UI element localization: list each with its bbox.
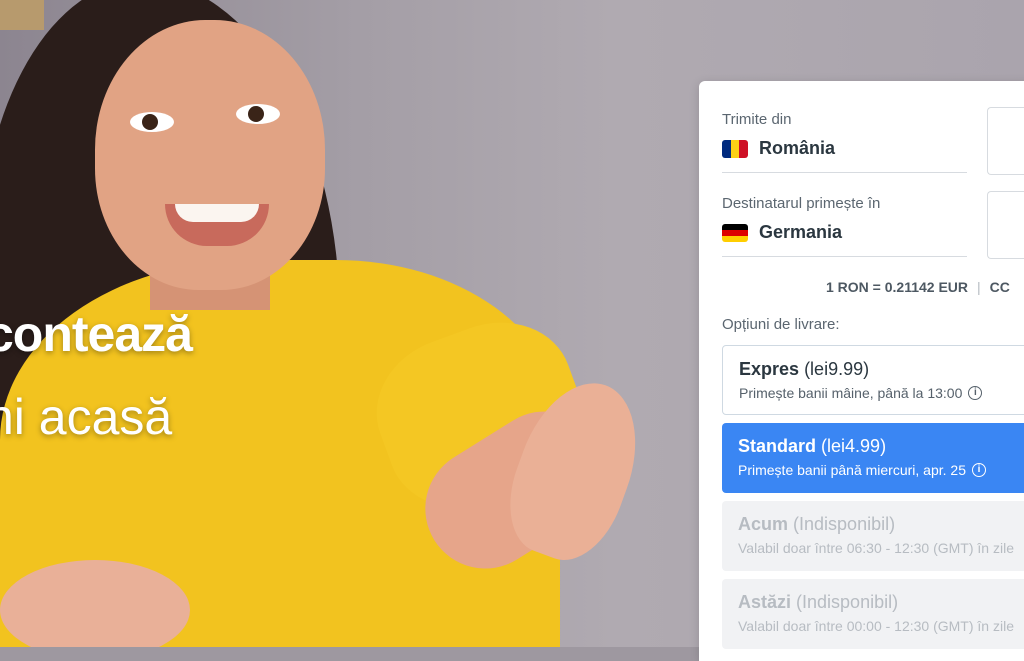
send-from-label: Trimite din <box>722 111 792 128</box>
transfer-form-card: Trimite din România Destinatarul primeșt… <box>699 81 1024 661</box>
exchange-rate-text: 1 RON = 0.21142 EUR <box>826 279 969 295</box>
delivery-option-acum: Acum (Indisponibil) Valabil doar între 0… <box>722 501 1024 571</box>
hero-headline: contează <box>0 306 193 362</box>
delivery-option-astazi: Astăzi (Indisponibil) Valabil doar între… <box>722 579 1024 649</box>
info-icon[interactable]: i <box>968 386 983 400</box>
option-title: Expres <box>739 359 800 379</box>
receive-in-label: Destinatarul primește în <box>722 195 881 212</box>
option-price: (lei9.99) <box>804 359 870 379</box>
send-from-field[interactable]: Trimite din România <box>722 111 967 173</box>
romania-flag-icon <box>722 139 748 158</box>
rate-extra: CC <box>989 279 1010 295</box>
exchange-rate: 1 RON = 0.21142 EUR | CC <box>826 279 1010 295</box>
hero-photo-eye <box>130 112 174 132</box>
receive-in-field[interactable]: Destinatarul primește în Germania <box>722 195 967 257</box>
option-price: (Indisponibil) <box>796 592 899 612</box>
field-underline <box>722 256 967 257</box>
delivery-option-express[interactable]: Expres (lei9.99) Primește banii mâine, p… <box>722 345 1024 415</box>
hero-photo-face <box>95 20 325 290</box>
hero-subheadline: ni acasă <box>0 389 173 445</box>
germany-flag-icon <box>722 223 748 242</box>
receive-amount-input[interactable] <box>987 191 1024 259</box>
delivery-options-label: Opțiuni de livrare: <box>722 316 840 333</box>
option-subtitle: Valabil doar între 06:30 - 12:30 (GMT) î… <box>738 540 1014 556</box>
option-title: Standard <box>738 436 817 456</box>
delivery-option-standard[interactable]: Standard (lei4.99) Primește banii până m… <box>722 423 1024 493</box>
info-icon[interactable]: i <box>972 463 986 477</box>
send-from-country: România <box>759 138 836 158</box>
option-subtitle: Primește banii mâine, până la 13:00 <box>739 385 963 401</box>
receive-in-country: Germania <box>759 222 843 242</box>
hero-photo-eye <box>236 104 280 124</box>
background-shelf <box>0 0 44 30</box>
option-title: Astăzi <box>738 592 792 612</box>
option-price: (Indisponibil) <box>793 514 896 534</box>
option-subtitle: Primește banii până miercuri, apr. 25 <box>738 462 966 478</box>
option-title: Acum <box>738 514 789 534</box>
option-subtitle: Valabil doar între 00:00 - 12:30 (GMT) î… <box>738 618 1014 634</box>
option-price: (lei4.99) <box>821 436 887 456</box>
rate-separator: | <box>977 279 981 295</box>
send-amount-input[interactable] <box>987 107 1024 175</box>
field-underline <box>722 172 967 173</box>
